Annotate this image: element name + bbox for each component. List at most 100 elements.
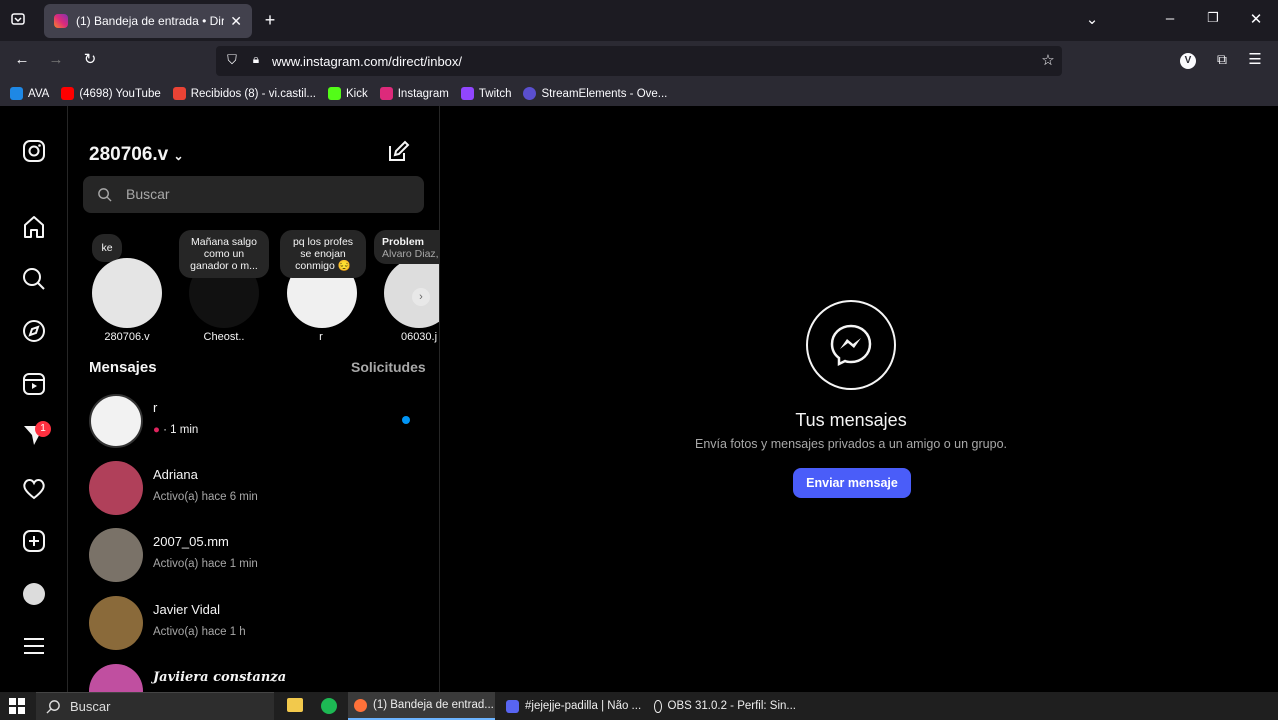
explore-icon[interactable] bbox=[21, 318, 47, 344]
url-text[interactable]: www.instagram.com/direct/inbox/ bbox=[272, 54, 462, 69]
extensions-icon[interactable]: ⧉ bbox=[1210, 51, 1234, 68]
bookmark-star-icon[interactable]: ☆ bbox=[1036, 51, 1060, 69]
youtube-icon bbox=[61, 87, 75, 100]
thread-avatar bbox=[89, 394, 143, 448]
obs-icon bbox=[654, 699, 662, 713]
note-bubble: ke bbox=[92, 234, 122, 262]
username: 280706.v bbox=[89, 144, 169, 165]
account-avatar[interactable]: V bbox=[1180, 53, 1196, 69]
firefox-icon bbox=[354, 698, 367, 712]
tab-bar: (1) Bandeja de entrada • Direct ✕ + ⌄ – … bbox=[0, 0, 1278, 41]
streamelements-icon bbox=[523, 87, 537, 100]
windows-taskbar: Buscar (1) Bandeja de entrad... #jejejje… bbox=[0, 692, 1278, 720]
bookmark-twitch[interactable]: Twitch bbox=[460, 87, 511, 100]
taskbar-search[interactable]: Buscar bbox=[36, 692, 274, 720]
chevron-down-icon[interactable]: ⌄ bbox=[1080, 10, 1104, 28]
empty-state-title: Tus mensajes bbox=[795, 410, 907, 430]
thread-avatar bbox=[89, 528, 143, 582]
bookmark-ava[interactable]: AVA bbox=[10, 87, 49, 100]
thread-row[interactable]: r ● · 1 min bbox=[68, 386, 428, 453]
chevron-down-icon: ⌄ bbox=[173, 149, 184, 163]
profile-avatar[interactable] bbox=[23, 583, 45, 605]
shield-icon[interactable]: ⛉ bbox=[220, 52, 244, 68]
thread-name: r bbox=[153, 400, 158, 415]
file-explorer-icon[interactable] bbox=[287, 698, 303, 712]
note-bubble: Problem Alvaro Diaz, bbox=[374, 230, 439, 264]
search-placeholder: Buscar bbox=[126, 186, 170, 202]
note-avatar bbox=[92, 258, 162, 328]
thread-avatar bbox=[89, 664, 143, 692]
thread-row[interactable]: 𝑱𝒂𝒗𝒊𝒊𝒆𝒓𝒂 𝒄𝒐𝒏𝒔𝒕𝒂𝒏𝒛𝒂 bbox=[68, 656, 428, 692]
restore-icon[interactable]: ❐ bbox=[1201, 10, 1225, 26]
taskbar-firefox-window[interactable]: (1) Bandeja de entrad... bbox=[348, 692, 495, 720]
empty-state-subtitle: Envía fotos y mensajes privados a un ami… bbox=[695, 437, 1007, 451]
note-name: r bbox=[319, 331, 323, 343]
emoji-icon: ● bbox=[153, 424, 160, 436]
search-input[interactable]: Buscar bbox=[83, 176, 424, 213]
message-pane: Tus mensajes Envía fotos y mensajes priv… bbox=[441, 106, 1278, 692]
minimize-icon[interactable]: – bbox=[1158, 10, 1182, 27]
home-icon[interactable] bbox=[21, 214, 47, 240]
account-switcher[interactable]: 280706.v ⌄ bbox=[89, 144, 184, 166]
navigation-toolbar: ← → ↻ ⛉ 🔒︎ www.instagram.com/direct/inbo… bbox=[0, 41, 1278, 81]
chevron-right-icon[interactable]: › bbox=[412, 288, 430, 306]
bookmark-streamelements[interactable]: StreamElements - Ove... bbox=[523, 87, 667, 100]
instagram-icon bbox=[379, 87, 393, 100]
thread-status: ● · 1 min bbox=[153, 424, 199, 436]
thread-status: Activo(a) hace 1 min bbox=[153, 558, 258, 570]
bookmark-youtube[interactable]: (4698) YouTube bbox=[61, 87, 161, 100]
send-message-button[interactable]: Enviar mensaje bbox=[793, 468, 911, 498]
browser-tab[interactable]: (1) Bandeja de entrada • Direct ✕ bbox=[44, 4, 252, 38]
note-song-title: Problem bbox=[382, 236, 425, 248]
thread-status: Activo(a) hace 1 h bbox=[153, 626, 246, 638]
reels-icon[interactable] bbox=[21, 371, 47, 397]
close-tab-icon[interactable]: ✕ bbox=[230, 13, 242, 30]
instagram-logo-icon[interactable] bbox=[21, 138, 47, 164]
thread-name: Adriana bbox=[153, 467, 198, 482]
taskbar-obs-window[interactable]: OBS 31.0.2 - Perfil: Sin... bbox=[648, 692, 796, 720]
tab-list-icon[interactable] bbox=[6, 11, 30, 31]
inbox-list-pane: 280706.v ⌄ Buscar ke 280706.v Mañana sal… bbox=[68, 106, 440, 692]
discord-icon bbox=[506, 699, 519, 713]
requests-link[interactable]: Solicitudes bbox=[351, 359, 426, 375]
create-icon[interactable] bbox=[21, 528, 47, 554]
bookmark-kick[interactable]: Kick bbox=[328, 87, 368, 100]
nav-rail: 1 bbox=[0, 106, 68, 692]
new-tab-button[interactable]: + bbox=[258, 10, 282, 31]
compose-icon[interactable] bbox=[386, 140, 410, 164]
thread-row[interactable]: Javier Vidal Activo(a) hace 1 h bbox=[68, 588, 428, 655]
thread-avatar bbox=[89, 596, 143, 650]
search-icon[interactable] bbox=[21, 266, 47, 292]
tab-title: (1) Bandeja de entrada • Direct bbox=[76, 14, 225, 28]
reload-icon[interactable]: ↻ bbox=[78, 50, 102, 68]
lock-icon[interactable]: 🔒︎ bbox=[244, 52, 268, 67]
taskbar-discord-window[interactable]: #jejejje-padilla | Não ... bbox=[500, 692, 645, 720]
thread-row[interactable]: 2007_05.mm Activo(a) hace 1 min bbox=[68, 520, 428, 587]
bookmark-instagram[interactable]: Instagram bbox=[379, 87, 449, 100]
bookmark-gmail[interactable]: Recibidos (8) - vi.castil... bbox=[172, 87, 316, 100]
note-bubble: pq los profes se enojan conmigo 😔 bbox=[280, 230, 366, 278]
thread-name: 𝑱𝒂𝒗𝒊𝒊𝒆𝒓𝒂 𝒄𝒐𝒏𝒔𝒕𝒂𝒏𝒛𝒂 bbox=[153, 670, 287, 685]
thread-name: 2007_05.mm bbox=[153, 534, 229, 549]
note-name: 280706.v bbox=[104, 331, 150, 343]
thread-name: Javier Vidal bbox=[153, 602, 220, 617]
more-menu-icon[interactable] bbox=[21, 633, 47, 659]
windows-start-icon[interactable] bbox=[9, 698, 25, 714]
search-icon bbox=[98, 188, 112, 202]
note-name: Cheost.. bbox=[203, 331, 245, 343]
instagram-page: 1 280706.v ⌄ Buscar ke 280706.v Mañana s… bbox=[0, 106, 1278, 692]
search-icon bbox=[46, 700, 60, 714]
thread-status: Activo(a) hace 6 min bbox=[153, 491, 258, 503]
back-icon[interactable]: ← bbox=[10, 51, 34, 68]
url-field[interactable]: ⛉ 🔒︎ www.instagram.com/direct/inbox/ ☆ bbox=[216, 46, 1062, 76]
spotify-icon[interactable] bbox=[321, 698, 337, 714]
note-bubble: Mañana salgo como un ganador o m... bbox=[179, 230, 269, 278]
messages-heading: Mensajes bbox=[89, 359, 157, 376]
thread-row[interactable]: Adriana Activo(a) hace 6 min bbox=[68, 453, 428, 520]
close-window-icon[interactable]: ✕ bbox=[1244, 10, 1268, 28]
thread-avatar bbox=[89, 461, 143, 515]
forward-icon[interactable]: → bbox=[44, 51, 68, 68]
note-song-artist: Alvaro Diaz, bbox=[382, 248, 439, 260]
heart-icon[interactable] bbox=[21, 476, 47, 502]
menu-icon[interactable]: ☰ bbox=[1243, 50, 1267, 68]
